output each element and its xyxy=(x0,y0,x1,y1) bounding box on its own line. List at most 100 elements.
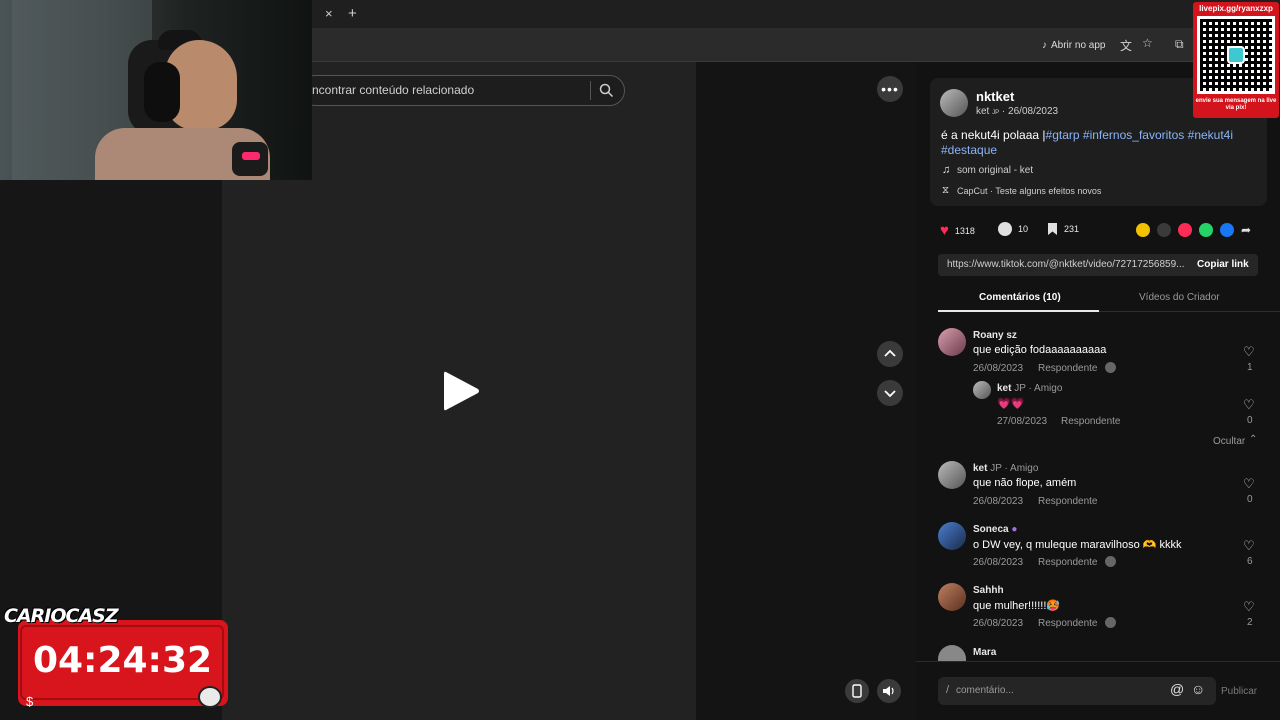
reply-respond-button[interactable]: Respondente xyxy=(1061,416,1121,427)
comment-avatar[interactable] xyxy=(938,583,966,611)
dollar-icon: $ xyxy=(26,694,34,709)
meta-separator: · xyxy=(1001,106,1006,117)
open-in-app-button[interactable]: ♪ Abrir no app xyxy=(1036,35,1111,55)
reply-author[interactable]: ket xyxy=(997,383,1011,394)
reply-avatar[interactable] xyxy=(973,381,991,399)
search-icon[interactable] xyxy=(599,83,614,98)
hashtag-gtarp[interactable]: #gtarp xyxy=(1046,128,1080,142)
tab-comments[interactable]: Comentários (10) xyxy=(979,292,1061,303)
headphones xyxy=(144,62,180,122)
phone-icon xyxy=(852,684,862,698)
send-icon[interactable] xyxy=(1178,223,1192,237)
publish-button[interactable]: Publicar xyxy=(1221,686,1257,697)
chevron-up-icon xyxy=(884,349,896,357)
music-note-icon: ♫ xyxy=(942,164,951,176)
floating-player-button[interactable] xyxy=(845,679,869,703)
play-icon[interactable] xyxy=(440,368,482,414)
comment-avatar[interactable] xyxy=(938,328,966,356)
facebook-icon[interactable] xyxy=(1220,223,1234,237)
author-avatar[interactable] xyxy=(940,89,968,117)
author-meta: ket JP · 26/08/2023 xyxy=(976,106,1058,117)
comment-author[interactable]: Sahhh xyxy=(973,585,1004,596)
qr-url: livepix.gg/ryanxzxp xyxy=(1199,4,1273,13)
reply-button[interactable]: Respondente xyxy=(1038,496,1098,507)
like-action[interactable]: ♥ 1318 xyxy=(940,222,975,239)
share-row: ➦ xyxy=(1136,223,1251,237)
comment-author[interactable]: Mara xyxy=(973,647,996,658)
comment-author[interactable]: ket xyxy=(973,463,987,474)
extensions-icon[interactable]: ⧉ xyxy=(1175,37,1184,52)
hide-replies-button[interactable]: Ocultar xyxy=(1213,436,1245,447)
reply-author-line: ket JP · Amigo xyxy=(997,383,1062,394)
creator-liked-icon xyxy=(1105,617,1116,628)
save-count: 231 xyxy=(1064,224,1080,234)
tab-creator-videos[interactable]: Vídeos do Criador xyxy=(1139,292,1220,303)
stream-timer: 04:24:32 xyxy=(32,640,213,681)
comment-date: 26/08/2023 xyxy=(973,363,1024,374)
pix-logo-icon xyxy=(1227,46,1245,64)
next-video-button[interactable] xyxy=(877,380,903,406)
hashtag-destaque[interactable]: #destaque xyxy=(941,143,997,157)
comment-like-count: 1 xyxy=(1247,362,1253,373)
mention-icon[interactable]: @ xyxy=(1170,681,1184,697)
comment-input[interactable]: comentário... xyxy=(956,685,1014,696)
whatsapp-icon[interactable] xyxy=(1199,223,1213,237)
emoji-icon[interactable]: ☺ xyxy=(1191,681,1205,697)
comment-avatar[interactable] xyxy=(938,522,966,550)
reply-date: 27/08/2023 xyxy=(997,416,1048,427)
heart-icon[interactable]: ♡ xyxy=(1243,397,1255,413)
share-arrow-icon[interactable]: ➦ xyxy=(1241,223,1251,237)
heart-icon[interactable]: ♡ xyxy=(1243,599,1255,615)
speaker-icon xyxy=(883,686,894,696)
tab-close-icon[interactable]: × xyxy=(325,6,333,21)
hashtag-infernos[interactable]: #infernos_favoritos xyxy=(1083,128,1184,142)
comment-author[interactable]: Roany sz xyxy=(973,330,1017,341)
heart-icon[interactable]: ♡ xyxy=(1243,476,1255,492)
heart-filled-icon: ♥ xyxy=(940,222,949,239)
qr-caption: envie sua mensagem na live via pix! xyxy=(1195,98,1277,111)
reply-button[interactable]: Respondente xyxy=(1038,557,1098,568)
star-icon[interactable]: ☆ xyxy=(1142,36,1153,50)
comment-text: que edição fodaaaaaaaaaa xyxy=(973,344,1107,356)
capcut-icon: ⧖ xyxy=(942,185,950,196)
friends-share-icon[interactable] xyxy=(1136,223,1150,237)
more-dots-icon: ••• xyxy=(881,81,899,97)
caption-text: é a nekut4i polaaa | xyxy=(941,128,1046,142)
slash-icon: / xyxy=(946,684,950,696)
chevron-up-icon[interactable]: ⌃ xyxy=(1249,434,1257,445)
comment-text: que não flope, amém xyxy=(973,477,1077,489)
reply-button[interactable]: Respondente xyxy=(1038,363,1098,374)
copy-link-button[interactable]: Copiar link xyxy=(1197,259,1249,270)
volume-button[interactable] xyxy=(877,679,901,703)
author-username[interactable]: nktket xyxy=(976,89,1014,104)
chevron-down-icon xyxy=(884,390,896,398)
save-action[interactable]: 231 xyxy=(1047,222,1079,236)
comment-date: 26/08/2023 xyxy=(973,557,1024,568)
new-tab-icon[interactable]: + xyxy=(348,5,357,22)
translate-icon[interactable]: 文 xyxy=(1120,37,1132,54)
heart-icon[interactable]: ♡ xyxy=(1243,344,1255,360)
reply-button[interactable]: Respondente xyxy=(1038,618,1098,629)
comment-avatar[interactable] xyxy=(938,461,966,489)
reply-text: 💗💗 xyxy=(997,398,1025,410)
webcam-overlay xyxy=(0,0,312,180)
reply-author-badge: JP · Amigo xyxy=(1014,383,1063,394)
comment-count: 10 xyxy=(1018,224,1029,234)
sound-link[interactable]: som original - ket xyxy=(957,165,1033,176)
previous-video-button[interactable] xyxy=(877,341,903,367)
search-input[interactable]: ncontrar conteúdo relacionado xyxy=(312,83,474,97)
comment-action[interactable]: 10 xyxy=(998,222,1028,236)
embed-icon[interactable] xyxy=(1157,223,1171,237)
hashtag-nekut4i[interactable]: #nekut4i xyxy=(1188,128,1233,142)
comment-like-count: 6 xyxy=(1247,556,1253,567)
comment-text: o DW vey, q muleque maravilhoso 🫶 kkkk xyxy=(973,539,1182,551)
heart-icon[interactable]: ♡ xyxy=(1243,538,1255,554)
skull-icon xyxy=(198,686,222,708)
capcut-link[interactable]: CapCut · Teste alguns efeitos novos xyxy=(957,186,1101,196)
more-options-button[interactable]: ••• xyxy=(877,76,903,102)
video-link-text[interactable]: https://www.tiktok.com/@nktket/video/727… xyxy=(947,259,1185,270)
open-in-app-label: Abrir no app xyxy=(1051,39,1106,51)
comment-author-line: ket JP · Amigo xyxy=(973,463,1038,474)
comment-author[interactable]: Soneca xyxy=(973,524,1009,535)
active-tab-indicator xyxy=(938,310,1099,312)
